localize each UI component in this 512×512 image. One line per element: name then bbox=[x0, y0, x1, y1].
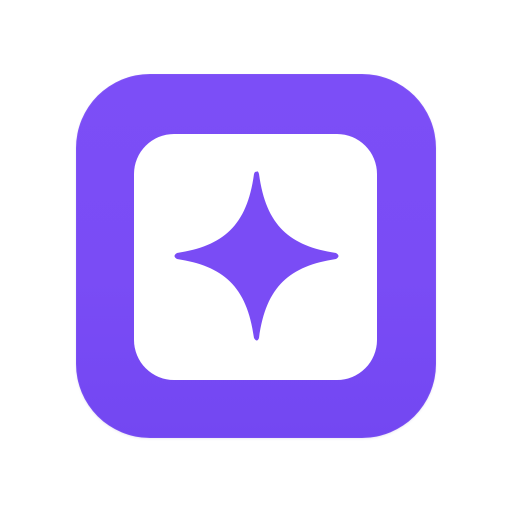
app-icon[interactable] bbox=[76, 74, 436, 438]
canvas bbox=[0, 0, 512, 512]
app-icon-inner-tile bbox=[134, 134, 377, 380]
